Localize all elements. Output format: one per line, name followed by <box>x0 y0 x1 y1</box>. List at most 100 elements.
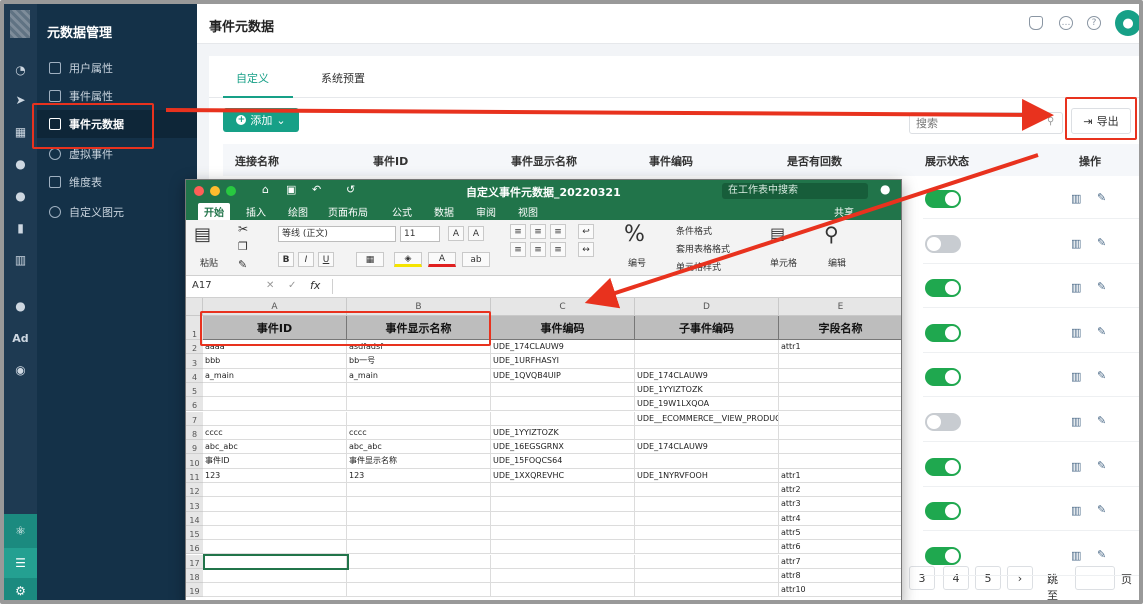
table-cell[interactable] <box>635 554 779 569</box>
display-status-toggle[interactable] <box>925 190 961 208</box>
table-cell[interactable]: attr1 <box>779 469 901 483</box>
find-icon[interactable]: ⚲ <box>824 222 839 246</box>
function-icon[interactable]: fx <box>310 279 320 292</box>
edit-icon[interactable]: ✎ <box>1097 236 1106 249</box>
align-middle-button[interactable]: ≡ <box>530 224 546 239</box>
table-cell[interactable] <box>635 497 779 512</box>
row-number[interactable]: 6 <box>186 397 203 412</box>
font-size-select[interactable]: 11 <box>400 226 440 242</box>
tab-custom[interactable]: 自定义 <box>236 70 269 86</box>
stats-icon[interactable]: ▥ <box>1071 549 1081 562</box>
table-cell[interactable] <box>347 497 491 512</box>
stats-icon[interactable]: ▥ <box>1071 370 1081 383</box>
avatar[interactable]: ● <box>1115 10 1139 36</box>
format-painter-icon[interactable]: ✎ <box>238 258 247 271</box>
table-cell[interactable] <box>635 525 779 541</box>
table-cell[interactable] <box>779 426 901 441</box>
phonetic-button[interactable]: ab <box>462 252 490 267</box>
page-button-4[interactable]: 4 <box>943 566 969 590</box>
row-number[interactable]: 8 <box>186 425 203 441</box>
table-cell[interactable] <box>203 411 347 426</box>
font-name-select[interactable]: 等线 (正文) <box>278 226 396 242</box>
table-cell[interactable] <box>635 483 779 498</box>
font-color-button[interactable]: A <box>428 252 456 267</box>
row-number[interactable]: 18 <box>186 568 203 584</box>
table-cell[interactable] <box>779 412 901 426</box>
add-button[interactable]: + 添加 ⌄ <box>223 108 299 132</box>
table-cell[interactable]: bb一号 <box>347 354 491 369</box>
align-top-button[interactable]: ≡ <box>510 224 526 239</box>
target-icon[interactable]: ◉ <box>4 360 37 380</box>
bar-chart-icon[interactable]: ▥ <box>4 250 37 270</box>
table-cell[interactable] <box>491 497 635 512</box>
table-cell[interactable]: UDE_19W1LXQOA <box>635 397 779 412</box>
chat-icon[interactable]: ● <box>4 296 37 316</box>
sidebar-item-user-attributes[interactable]: 用户属性 <box>37 54 197 82</box>
paste-icon[interactable]: ▤ <box>194 224 211 245</box>
table-cell[interactable] <box>491 525 635 541</box>
bold-button[interactable]: B <box>278 252 294 267</box>
table-cell[interactable] <box>491 483 635 498</box>
grow-font-button[interactable]: A <box>448 226 464 241</box>
table-cell[interactable] <box>347 397 491 412</box>
row-number[interactable]: 3 <box>186 354 203 369</box>
table-cell[interactable] <box>203 382 347 398</box>
tab-system-preset[interactable]: 系统预置 <box>321 70 365 86</box>
close-window-button[interactable] <box>194 186 204 196</box>
table-cell[interactable] <box>203 397 347 412</box>
share-button[interactable]: 共享 <box>834 204 854 219</box>
fill-color-button[interactable]: ◈ <box>394 252 422 267</box>
table-cell[interactable] <box>635 540 779 555</box>
table-cell[interactable] <box>491 411 635 426</box>
table-cell[interactable]: attr6 <box>779 540 901 555</box>
table-cell[interactable]: 123 <box>203 468 347 483</box>
table-cell[interactable] <box>203 511 347 526</box>
table-cell[interactable]: attr10 <box>779 583 901 598</box>
table-cell[interactable] <box>635 425 779 441</box>
display-status-toggle[interactable] <box>925 279 961 298</box>
message-icon[interactable]: … <box>1059 16 1073 30</box>
table-cell[interactable]: attr7 <box>779 555 901 569</box>
table-cell[interactable] <box>203 483 347 498</box>
merge-button[interactable]: ↔ <box>578 242 594 257</box>
stats-icon[interactable]: ▥ <box>1071 415 1081 428</box>
confirm-formula-icon[interactable]: ✓ <box>288 280 296 291</box>
stats-icon[interactable]: ▥ <box>1071 192 1081 205</box>
edit-icon[interactable]: ✎ <box>1097 548 1106 561</box>
table-cell[interactable] <box>635 511 779 526</box>
edit-icon[interactable]: ✎ <box>1097 503 1106 516</box>
display-status-toggle[interactable] <box>925 546 961 565</box>
table-cell[interactable] <box>203 525 347 541</box>
search-input[interactable] <box>909 112 1063 134</box>
row-number[interactable]: 11 <box>186 468 203 483</box>
redo-icon[interactable]: ↺ <box>346 183 355 196</box>
ad-icon[interactable]: Ad <box>4 328 37 348</box>
align-center-button[interactable]: ≡ <box>530 242 546 257</box>
underline-button[interactable]: U <box>318 252 334 267</box>
table-cell[interactable]: UDE_1URFHASYI <box>491 354 635 369</box>
table-cell[interactable] <box>491 583 635 598</box>
italic-button[interactable]: I <box>298 252 314 267</box>
table-cell[interactable] <box>491 540 635 555</box>
table-cell[interactable] <box>347 525 491 541</box>
table-cell[interactable]: UDE_1QVQB4UIP <box>491 368 635 383</box>
table-cell[interactable]: UDE_15FOQCS64 <box>491 454 635 469</box>
ribbon-tab-data[interactable]: 数据 <box>434 204 454 219</box>
stats-icon[interactable]: ▥ <box>1071 281 1081 294</box>
column-header[interactable]: C <box>491 298 635 316</box>
edit-icon[interactable]: ✎ <box>1097 414 1106 427</box>
minimize-window-button[interactable] <box>210 186 220 196</box>
settings-gear-icon[interactable]: ⚙ <box>4 578 37 600</box>
display-status-toggle[interactable] <box>925 413 961 431</box>
cut-icon[interactable]: ✂ <box>238 222 248 236</box>
table-cell[interactable] <box>779 369 901 383</box>
stats-icon[interactable]: ▥ <box>1071 460 1081 473</box>
profile-icon[interactable]: ● <box>880 182 890 196</box>
ribbon-tab-formulas[interactable]: 公式 <box>392 204 412 219</box>
table-cell[interactable]: a_main <box>347 368 491 383</box>
table-cell[interactable] <box>203 568 347 584</box>
edit-icon[interactable]: ✎ <box>1097 191 1106 204</box>
table-cell[interactable] <box>779 397 901 412</box>
table-cell[interactable]: 事件ID <box>203 454 347 469</box>
sidebar-item-custom-elements[interactable]: 自定义图元 <box>37 198 197 226</box>
